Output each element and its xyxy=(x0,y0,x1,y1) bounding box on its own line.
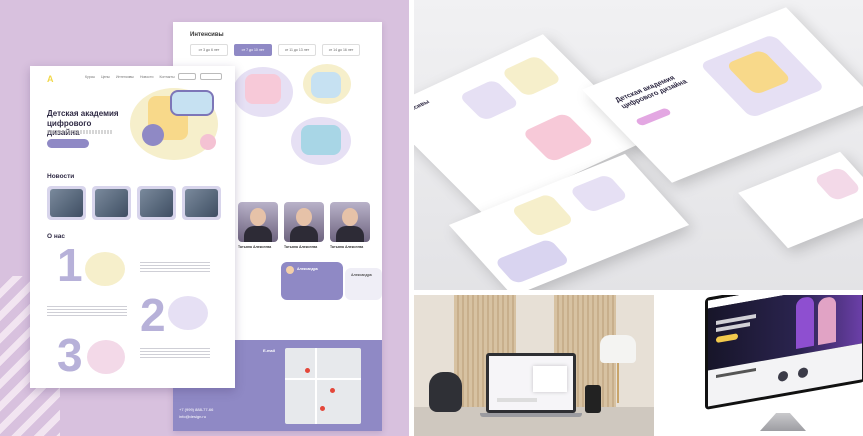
map-pin-icon[interactable] xyxy=(305,368,310,373)
text-line xyxy=(497,398,537,402)
hero-cta-button[interactable] xyxy=(634,107,673,127)
nav-item[interactable]: Новости xyxy=(140,75,154,79)
team-member-photo xyxy=(284,202,324,242)
hero-chart-board xyxy=(170,90,214,116)
content-heading xyxy=(716,368,756,379)
news-card[interactable] xyxy=(137,186,176,220)
desk-laptop-photo xyxy=(414,295,654,436)
step-description xyxy=(140,348,210,359)
tab-age-11-13[interactable]: от 11 до 13 лет xyxy=(278,44,316,56)
smartphone xyxy=(585,385,601,413)
monitor-frame xyxy=(705,295,863,410)
modal-card xyxy=(533,366,567,392)
review-bubble: Александра xyxy=(345,268,382,300)
step-illustration xyxy=(168,296,208,330)
nav-button[interactable] xyxy=(178,73,196,80)
step-description xyxy=(47,306,127,317)
tab-age-14-16[interactable]: от 14 до 16 лет xyxy=(322,44,360,56)
team-member-name: Татьяна Алексеева xyxy=(238,245,272,249)
logo[interactable]: A xyxy=(47,74,54,84)
avatar xyxy=(778,370,788,383)
nav-item[interactable]: Интенсивы xyxy=(116,75,134,79)
footer-email-label: E-mail xyxy=(263,348,276,353)
decorative-illustration xyxy=(812,166,863,202)
laptop-base xyxy=(480,413,582,417)
review-bubble: Александра xyxy=(281,262,343,300)
step-illustration xyxy=(85,252,125,286)
hero-title: Детская академия цифрового дизайна xyxy=(613,74,690,111)
news-card[interactable] xyxy=(47,186,86,220)
tab-age-7-10[interactable]: от 7 до 10 лет xyxy=(234,44,272,56)
footer-email[interactable]: info@design.ru xyxy=(179,413,213,420)
footer-contacts: +7 (999) 888-77-66 info@design.ru xyxy=(179,406,213,420)
lamp-stem xyxy=(617,363,619,403)
course-illustration xyxy=(500,54,563,98)
team-photos xyxy=(238,202,370,242)
laptop-site-preview xyxy=(489,356,573,410)
team-member-photo xyxy=(238,202,278,242)
age-tabs: от 3 до 6 лет от 7 до 10 лет от 11 до 13… xyxy=(190,44,360,56)
course-illustration xyxy=(245,74,281,104)
step-number: 3 xyxy=(57,329,83,381)
course-illustration xyxy=(311,72,341,98)
course-illustration xyxy=(301,125,341,155)
hero-person xyxy=(796,295,814,349)
hero-cta-button[interactable] xyxy=(716,333,738,344)
intensives-title: Интенсивы xyxy=(414,99,432,119)
map-widget[interactable] xyxy=(285,348,361,424)
hero-subtitle xyxy=(47,130,112,134)
main-nav: Курсы Цены Интенсивы Новости Контакты xyxy=(85,75,175,79)
laptop-screen xyxy=(486,353,576,413)
team-names: Татьяна Алексеева Татьяна Алексеева Тать… xyxy=(238,245,370,249)
news-list xyxy=(47,186,221,220)
step-illustration xyxy=(493,238,571,285)
team-member-name: Татьяна Алексеева xyxy=(284,245,318,249)
smart-speaker xyxy=(429,372,462,412)
news-card[interactable] xyxy=(92,186,131,220)
monitor-site-preview xyxy=(708,295,862,407)
nav-item[interactable]: Цены xyxy=(101,75,110,79)
map-pin-icon[interactable] xyxy=(320,406,325,411)
step-description xyxy=(140,262,210,273)
news-card[interactable] xyxy=(182,186,221,220)
monitor-stand xyxy=(760,413,806,431)
step-number: 1 xyxy=(57,239,83,291)
hero-person xyxy=(142,124,164,146)
course-illustration xyxy=(568,173,629,214)
intensives-title: Интенсивы xyxy=(190,32,224,38)
footer-phone[interactable]: +7 (999) 888-77-66 xyxy=(179,406,213,413)
avatar xyxy=(798,366,808,379)
course-illustration xyxy=(458,78,521,122)
tilted-page-side xyxy=(738,151,863,249)
news-title: Новости xyxy=(47,173,75,180)
map-pin-icon[interactable] xyxy=(330,388,335,393)
hero-person xyxy=(200,134,216,150)
avatar xyxy=(286,266,294,274)
nav-item[interactable]: Контакты xyxy=(160,75,175,79)
hero-person xyxy=(818,295,836,346)
perspective-mockup-panel: Интенсивы Детская академия цифрового диз… xyxy=(414,0,863,290)
left-mockup-panel: Интенсивы от 3 до 6 лет от 7 до 10 лет о… xyxy=(0,0,409,436)
nav-button[interactable] xyxy=(200,73,222,80)
lamp-shade xyxy=(600,335,636,363)
reviewer-name: Александра xyxy=(297,267,318,271)
step-number: 2 xyxy=(140,289,166,341)
reviewer-name: Александра xyxy=(351,273,372,277)
monitor-photo xyxy=(657,295,863,436)
step-illustration xyxy=(87,340,125,374)
course-illustration xyxy=(521,112,596,163)
front-page-mockup: A Курсы Цены Интенсивы Новости Контакты … xyxy=(30,66,235,388)
nav-item[interactable]: Курсы xyxy=(85,75,95,79)
hero-cta-button[interactable] xyxy=(47,139,89,148)
team-member-photo xyxy=(330,202,370,242)
tab-age-3-6[interactable]: от 3 до 6 лет xyxy=(190,44,228,56)
team-member-name: Татьяна Алексеева xyxy=(330,245,364,249)
course-illustration xyxy=(510,193,575,238)
